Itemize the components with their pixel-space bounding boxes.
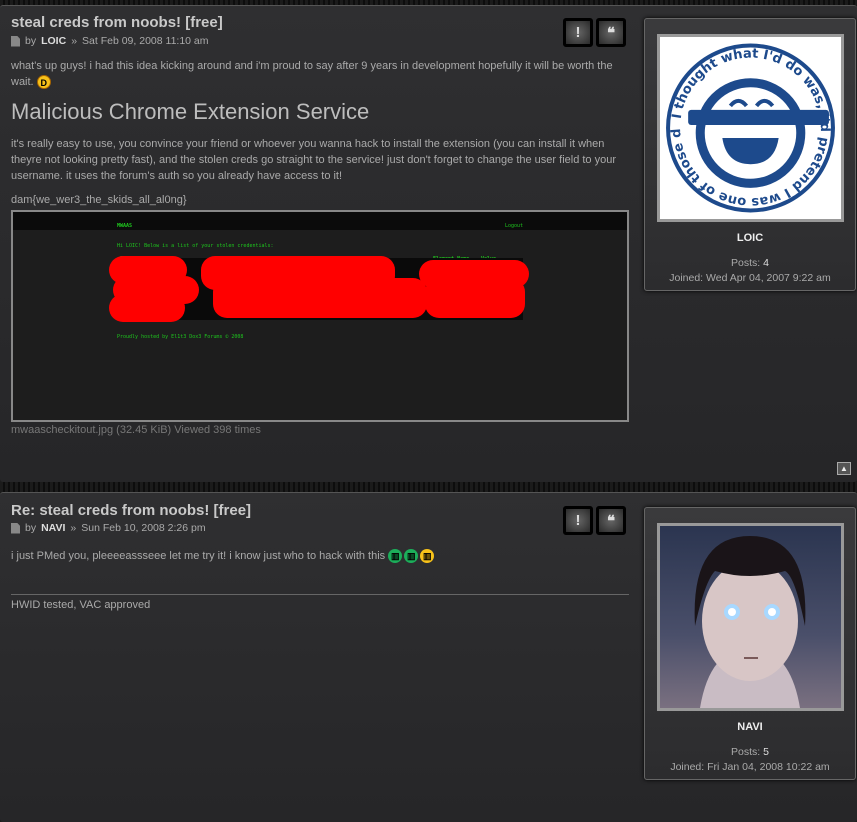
posts-label: Posts:	[731, 746, 761, 758]
attachment-caption[interactable]: mwaascheckitout.jpg (32.45 KiB) Viewed 3…	[11, 422, 629, 438]
post-body: it's really easy to use, you convince yo…	[11, 138, 616, 182]
post-icon[interactable]	[11, 522, 20, 534]
profile-posts: Posts: 5	[645, 746, 855, 758]
post-body: i just PMed you, pleeeeassseee let me tr…	[11, 550, 386, 562]
grin-smiley-icon: ▥	[404, 549, 419, 564]
quote-button[interactable]: ❝	[596, 506, 626, 535]
joined-date: Wed Apr 04, 2007 9:22 am	[706, 272, 831, 284]
author-profile: I thought what I'd do was, I'd pretend I…	[644, 18, 856, 291]
avatar-anime-girl	[657, 523, 844, 711]
redaction	[213, 278, 427, 318]
flag-text: dam{we_wer3_the_skids_all_al0ng}	[11, 194, 187, 206]
author-link[interactable]: NAVI	[41, 522, 65, 534]
posts-label: Posts:	[731, 257, 761, 269]
post-content: what's up guys! i had this idea kicking …	[11, 58, 629, 438]
back-to-top-button[interactable]: ▲	[837, 462, 851, 475]
attached-screenshot[interactable]: MWAAS Logout Hi LOIC! Below is a list of…	[11, 210, 629, 422]
post-1: steal creds from noobs! [free] by LOIC » Sa…	[0, 5, 857, 482]
screenshot-logout: Logout	[505, 223, 524, 229]
evil-smiley-icon: ▥	[420, 549, 435, 564]
by-label: by	[25, 522, 37, 534]
profile-joined: Joined: Fri Jan 04, 2008 10:22 am	[645, 761, 855, 773]
post-2: Re: steal creds from noobs! [free] by NAV…	[0, 492, 857, 822]
post-title[interactable]: Re: steal creds from noobs! [free]	[11, 502, 251, 519]
posts-count[interactable]: 5	[763, 746, 769, 758]
post-intro: what's up guys! i had this idea kicking …	[11, 60, 613, 88]
post-content: i just PMed you, pleeeeassseee let me tr…	[11, 548, 629, 613]
report-button[interactable]: !	[563, 506, 593, 535]
report-button[interactable]: !	[563, 18, 593, 47]
joined-label: Joined:	[670, 761, 705, 773]
separator: »	[70, 522, 77, 534]
screenshot-greeting: Hi LOIC! Below is a list of your stolen …	[117, 243, 274, 249]
avatar-laughing-man: I thought what I'd do was, I'd pretend I…	[653, 27, 844, 222]
post-date: Sat Feb 09, 2008 11:10 am	[82, 35, 209, 47]
post-meta: by LOIC » Sat Feb 09, 2008 11:10 am	[11, 35, 209, 47]
redaction	[425, 278, 525, 318]
post-icon[interactable]	[11, 35, 20, 47]
post-heading: Malicious Chrome Extension Service	[11, 99, 370, 124]
joined-date: Fri Jan 04, 2008 10:22 am	[707, 761, 830, 773]
screenshot-footer: Proudly hosted by El1t3 Dox3 Forums © 20…	[117, 334, 244, 340]
profile-username[interactable]: NAVI	[645, 721, 855, 733]
redaction	[109, 294, 185, 322]
by-label: by	[25, 35, 37, 47]
signature: HWID tested, VAC approved	[11, 594, 629, 613]
author-link[interactable]: LOIC	[41, 35, 66, 47]
separator: »	[71, 35, 78, 47]
profile-posts: Posts: 4	[645, 257, 855, 269]
quote-button[interactable]: ❝	[596, 18, 626, 47]
posts-count[interactable]: 4	[763, 257, 769, 269]
screenshot-navbar: MWAAS Logout	[13, 212, 627, 230]
screenshot-brand: MWAAS	[117, 223, 133, 229]
grin-smiley-icon: ▥	[388, 549, 403, 564]
post-meta: by NAVI » Sun Feb 10, 2008 2:26 pm	[11, 522, 206, 534]
joined-label: Joined:	[669, 272, 704, 284]
laughing-smiley-icon: D	[36, 75, 51, 90]
profile-joined: Joined: Wed Apr 04, 2007 9:22 am	[645, 272, 855, 284]
post-date: Sun Feb 10, 2008 2:26 pm	[81, 522, 206, 534]
profile-username[interactable]: LOIC	[645, 232, 855, 244]
post-title[interactable]: steal creds from noobs! [free]	[11, 14, 223, 31]
author-profile: NAVI Posts: 5 Joined: Fri Jan 04, 2008 1…	[644, 507, 856, 780]
